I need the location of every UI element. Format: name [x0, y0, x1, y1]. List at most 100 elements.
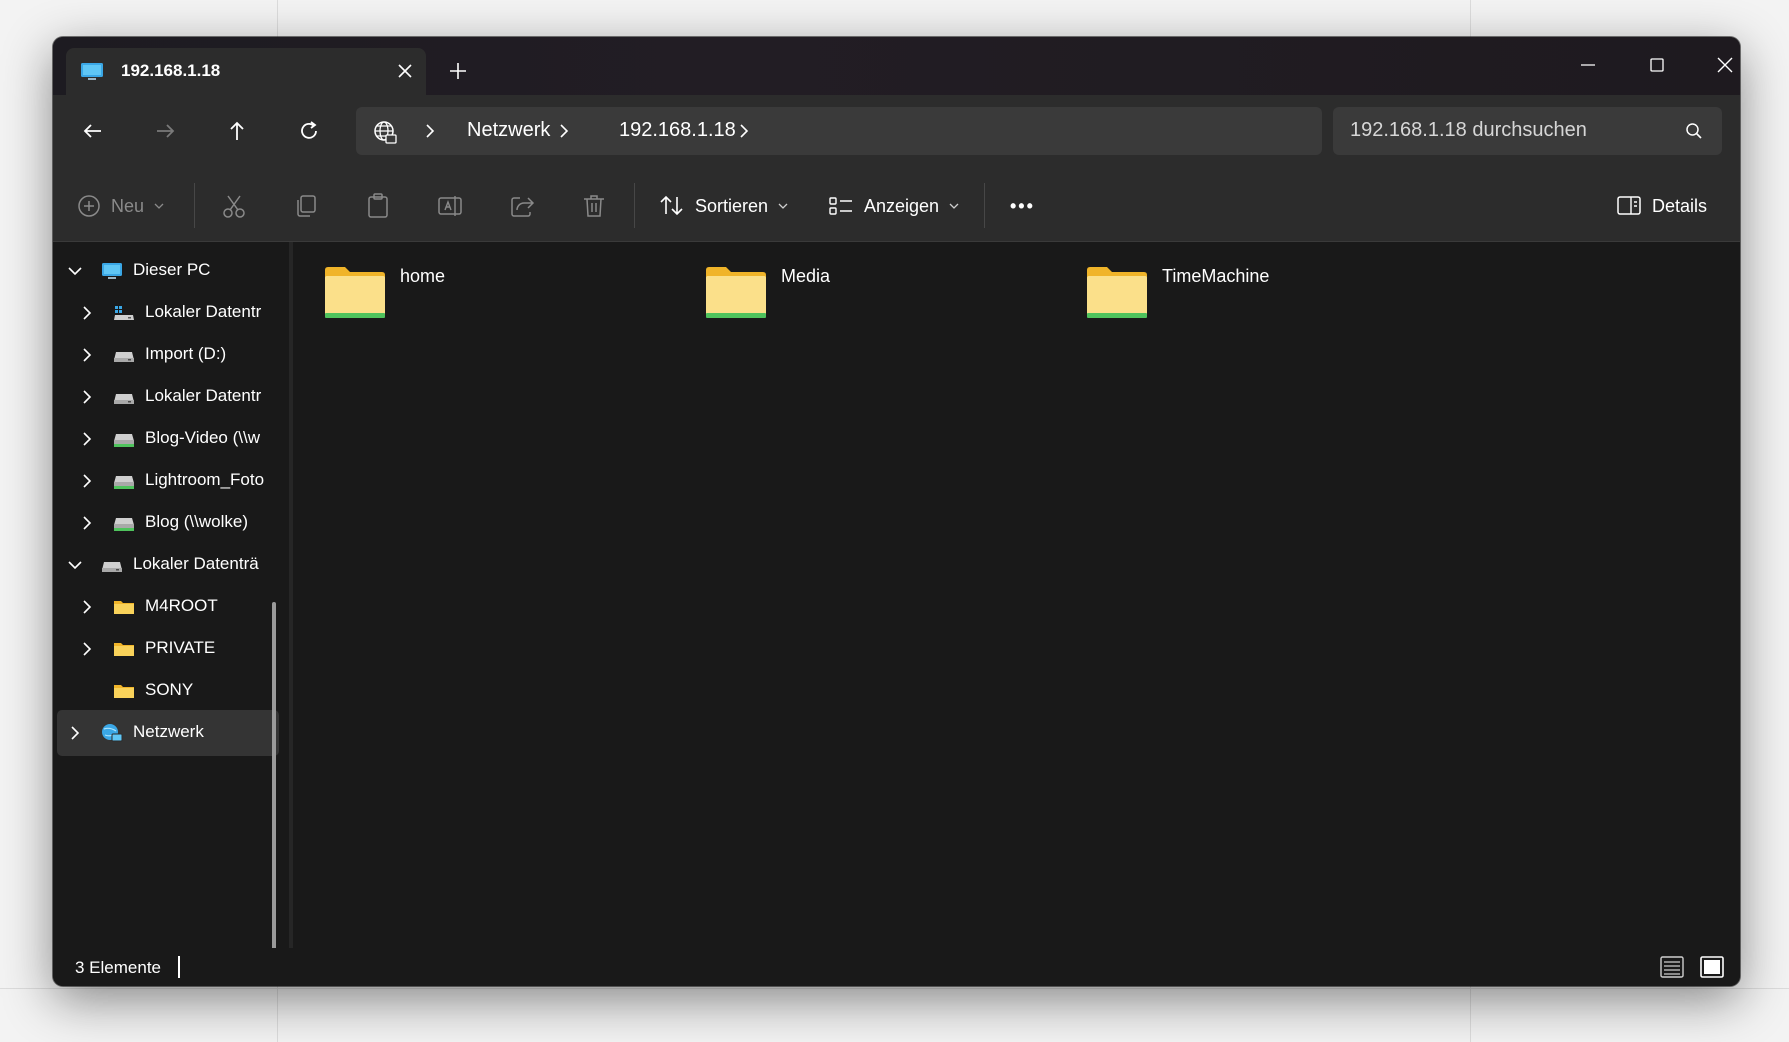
chevron-right-icon[interactable] — [736, 123, 752, 139]
sidebar-item-label: Lokaler Datentr — [145, 302, 262, 321]
network-drive-icon — [114, 476, 134, 489]
folder-icon — [325, 267, 385, 318]
add-circle-icon — [78, 195, 100, 217]
sidebar-item-label: PRIVATE — [145, 638, 216, 657]
globe-network-icon — [374, 121, 397, 144]
up-arrow-icon[interactable] — [221, 115, 253, 147]
sidebar-item-label: Blog (\\wolke) — [145, 512, 248, 531]
file-list: home Media TimeMachine — [293, 242, 1740, 948]
chevron-right-icon[interactable] — [556, 123, 572, 139]
chevron-down-icon[interactable] — [67, 263, 83, 279]
search-placeholder: 192.168.1.18 durchsuchen — [1350, 119, 1587, 141]
monitor-icon — [102, 263, 122, 279]
chevron-right-icon[interactable] — [79, 515, 95, 531]
share-icon[interactable] — [508, 191, 536, 221]
chevron-down-icon — [949, 203, 959, 209]
chevron-right-icon[interactable] — [79, 641, 95, 657]
details-pane-icon — [1617, 196, 1641, 215]
navigation-pane: Dieser PC Lokaler Datentr Import (D:) Lo… — [53, 242, 289, 948]
folder-item-timemachine[interactable]: TimeMachine — [1055, 254, 1395, 324]
divider — [194, 183, 195, 228]
sidebar-item-drive-c[interactable]: Lokaler Datentr — [57, 290, 279, 336]
chevron-down-icon[interactable] — [67, 557, 83, 573]
details-label: Details — [1652, 195, 1708, 216]
minimize-icon[interactable] — [1568, 45, 1608, 85]
details-view-icon[interactable] — [1659, 954, 1685, 980]
sidebar-item-import-d[interactable]: Import (D:) — [57, 332, 279, 378]
sidebar-item-label: Lokaler Datenträ — [133, 554, 259, 573]
view-button[interactable]: Anzeigen — [828, 191, 961, 221]
chevron-right-icon[interactable] — [79, 431, 95, 447]
background-guide — [0, 988, 1789, 989]
drive-icon — [114, 352, 134, 362]
paste-icon[interactable] — [364, 191, 392, 221]
sidebar-item-blog[interactable]: Blog (\\wolke) — [57, 500, 279, 546]
cut-icon[interactable] — [220, 191, 248, 221]
large-icons-view-icon[interactable] — [1699, 954, 1725, 980]
chevron-right-icon[interactable] — [67, 725, 83, 741]
chevron-right-icon[interactable] — [79, 347, 95, 363]
close-tab-icon[interactable] — [393, 59, 417, 83]
system-drive-icon — [114, 306, 134, 320]
folder-icon — [706, 267, 766, 318]
status-divider — [178, 956, 180, 978]
breadcrumb-netzwerk[interactable]: Netzwerk — [467, 119, 550, 142]
rename-icon[interactable] — [436, 191, 464, 221]
address-bar[interactable]: Netzwerk 192.168.1.18 — [356, 107, 1322, 155]
chevron-right-icon[interactable] — [422, 123, 438, 139]
close-window-icon[interactable] — [1705, 45, 1740, 85]
folder-item-media[interactable]: Media — [674, 254, 1014, 324]
sidebar-item-label: M4ROOT — [145, 596, 218, 615]
forward-arrow-icon[interactable] — [149, 115, 181, 147]
more-options-button[interactable]: ••• — [1010, 191, 1035, 221]
divider — [634, 183, 635, 228]
sort-button[interactable]: Sortieren — [659, 191, 790, 221]
refresh-icon[interactable] — [293, 115, 325, 147]
tab-active[interactable]: 192.168.1.18 — [66, 48, 426, 95]
sidebar-item-netzwerk[interactable]: Netzwerk — [57, 710, 279, 756]
sidebar-item-blog-video[interactable]: Blog-Video (\\w — [57, 416, 279, 462]
sidebar-item-drive-local[interactable]: Lokaler Datentr — [57, 374, 279, 420]
sidebar-item-label: Blog-Video (\\w — [145, 428, 260, 447]
breadcrumb-ip[interactable]: 192.168.1.18 — [619, 119, 736, 142]
folder-name: home — [400, 266, 446, 286]
maximize-icon[interactable] — [1637, 45, 1677, 85]
drive-icon — [102, 562, 122, 572]
chevron-right-icon[interactable] — [79, 599, 95, 615]
folder-item-home[interactable]: home — [293, 254, 633, 324]
view-label: Anzeigen — [864, 195, 940, 216]
sidebar-item-lightroom[interactable]: Lightroom_Foto — [57, 458, 279, 504]
sidebar-item-label: Netzwerk — [133, 722, 204, 741]
navigation-bar: Netzwerk 192.168.1.18 192.168.1.18 durch… — [53, 95, 1740, 169]
folder-name: Media — [781, 266, 831, 286]
monitor-icon — [81, 63, 103, 80]
view-layout-icon — [829, 197, 852, 215]
chevron-right-icon[interactable] — [79, 473, 95, 489]
sidebar-item-sony[interactable]: SONY — [57, 668, 279, 714]
new-button[interactable]: Neu — [77, 191, 166, 221]
sidebar-scrollbar[interactable] — [272, 602, 276, 958]
status-bar: 3 Elemente — [53, 948, 1740, 986]
sidebar-item-drive-expanded[interactable]: Lokaler Datenträ — [57, 542, 279, 588]
sidebar-item-m4root[interactable]: M4ROOT — [57, 584, 279, 630]
delete-icon[interactable] — [580, 191, 608, 221]
command-bar: Neu Sortieren Anzeigen ••• Details — [53, 169, 1740, 242]
sidebar-item-dieser-pc[interactable]: Dieser PC — [57, 248, 279, 294]
item-count: 3 Elemente — [75, 958, 161, 977]
back-arrow-icon[interactable] — [77, 115, 109, 147]
new-label: Neu — [111, 195, 145, 216]
sidebar-item-private[interactable]: PRIVATE — [57, 626, 279, 672]
title-bar: 192.168.1.18 — [53, 37, 1740, 95]
sort-icon — [660, 195, 683, 216]
details-button[interactable]: Details — [1616, 191, 1707, 221]
divider — [984, 183, 985, 228]
sort-label: Sortieren — [695, 195, 769, 216]
search-icon[interactable] — [1684, 121, 1704, 141]
new-tab-icon[interactable] — [446, 59, 470, 83]
chevron-down-icon — [778, 203, 788, 209]
sidebar-item-label: Dieser PC — [133, 260, 211, 279]
copy-icon[interactable] — [292, 191, 320, 221]
chevron-right-icon[interactable] — [79, 389, 95, 405]
chevron-right-icon[interactable] — [79, 305, 95, 321]
search-box[interactable]: 192.168.1.18 durchsuchen — [1333, 107, 1722, 155]
